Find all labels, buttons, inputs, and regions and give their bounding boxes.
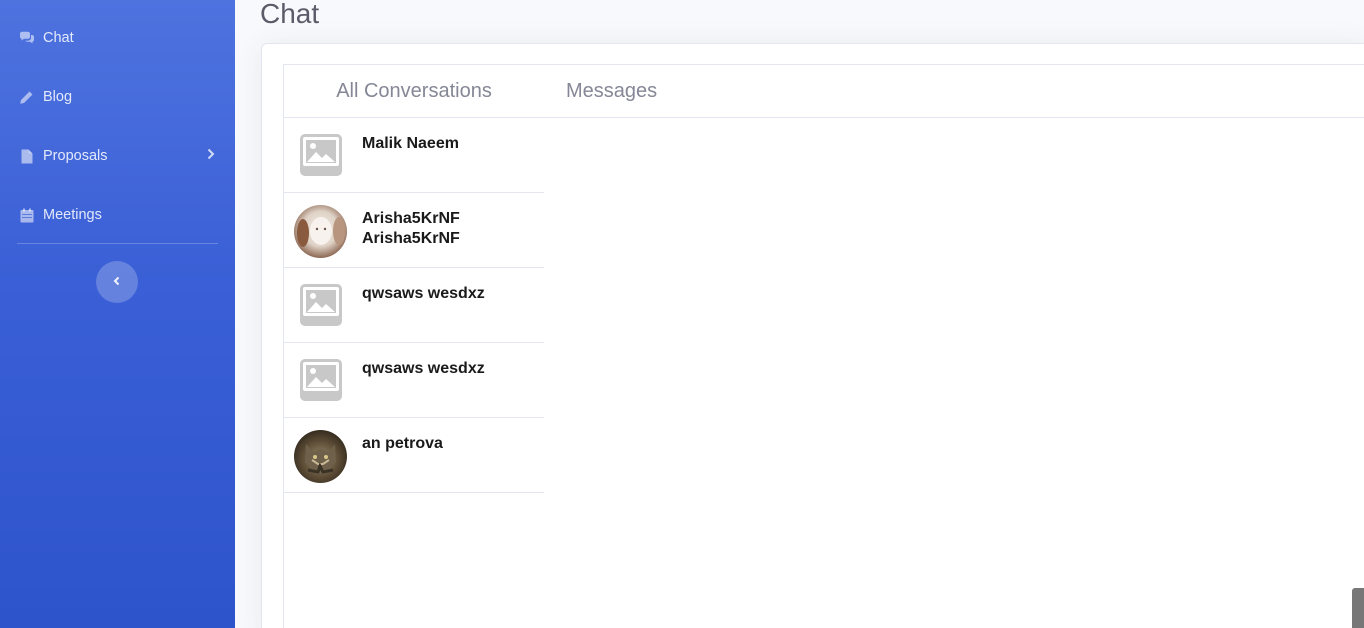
messages-panel: Messages [544, 64, 1364, 628]
chevron-right-icon [207, 148, 215, 164]
sidebar-item-label: Proposals [43, 148, 108, 164]
calendar-icon [18, 207, 35, 224]
pencil-icon [18, 89, 35, 106]
conversation-item[interactable]: an petrova [284, 418, 544, 493]
sidebar-divider [17, 243, 218, 244]
conversation-name: an petrova [362, 435, 443, 452]
sidebar-item-label: Blog [43, 89, 73, 105]
sidebar-item-meetings[interactable]: Meetings [0, 195, 235, 235]
conversation-item[interactable]: qwsaws wesdxz [284, 268, 544, 343]
conversations-panel: All Conversations Malik Naeem Arisha5KrN… [283, 64, 545, 628]
image-placeholder-icon [299, 283, 343, 327]
conversation-name: qwsaws wesdxz [362, 360, 485, 377]
conversations-header: All Conversations [284, 65, 544, 118]
sidebar-toggle-button[interactable] [96, 261, 138, 303]
image-placeholder-icon [299, 133, 343, 177]
scrollbar-thumb[interactable] [1352, 588, 1364, 628]
conversation-item[interactable]: qwsaws wesdxz [284, 343, 544, 418]
avatar [294, 430, 347, 483]
conversation-item[interactable]: Malik Naeem [284, 118, 544, 193]
conversation-item[interactable]: Arisha5KrNF Arisha5KrNF [284, 193, 544, 268]
comments-icon [18, 30, 35, 47]
conversation-name: Arisha5KrNF Arisha5KrNF [362, 210, 460, 247]
conversation-name: Malik Naeem [362, 135, 459, 152]
sidebar-item-chat[interactable]: Chat [0, 18, 235, 58]
sidebar-item-label: Chat [43, 30, 74, 46]
conversation-name: qwsaws wesdxz [362, 285, 485, 302]
file-icon [18, 148, 35, 165]
image-placeholder-icon [299, 358, 343, 402]
sidebar: Chat Blog Proposals Meetings [0, 0, 235, 628]
sidebar-item-label: Meetings [43, 207, 102, 223]
messages-header: Messages [544, 65, 1364, 118]
sidebar-item-blog[interactable]: Blog [0, 77, 235, 117]
page-title: Chat [260, 0, 320, 29]
sidebar-item-proposals[interactable]: Proposals [0, 136, 235, 176]
avatar [294, 205, 347, 258]
chevron-left-icon [113, 273, 121, 291]
